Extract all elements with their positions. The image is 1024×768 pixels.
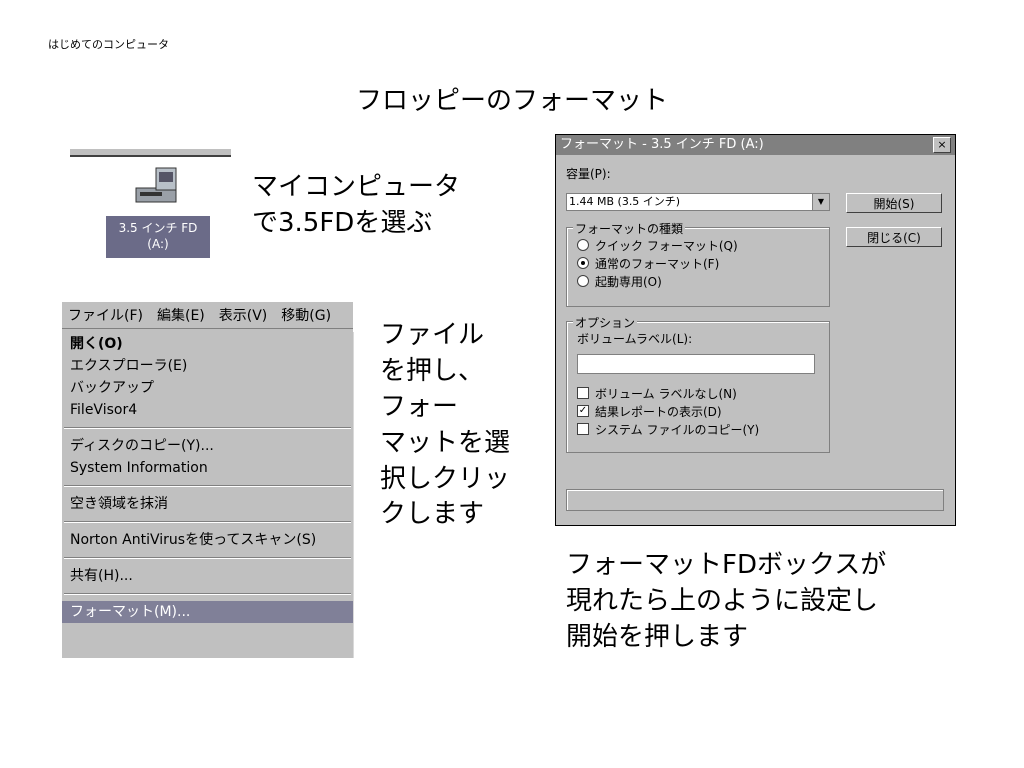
menu-edit[interactable]: 編集(E) (157, 305, 205, 325)
menu-item-norton-scan[interactable]: Norton AntiVirusを使ってスキャン(S) (62, 529, 353, 551)
radio-icon (577, 275, 589, 287)
chevron-down-icon[interactable]: ▼ (812, 194, 829, 210)
checkbox-label: システム ファイルのコピー(Y) (595, 422, 760, 437)
radio-label: 通常のフォーマット(F) (595, 256, 720, 271)
dialog-title: フォーマット - 3.5 インチ FD (A:) (560, 137, 764, 152)
caption-line: フォー (380, 391, 459, 422)
menubar: ファイル(F) 編集(E) 表示(V) 移動(G) (62, 302, 353, 329)
menu-go[interactable]: 移動(G) (281, 305, 331, 325)
menu-edge (353, 332, 354, 658)
capacity-label: 容量(P): (566, 167, 611, 181)
menu-item-format[interactable]: フォーマット(M)... (62, 601, 353, 623)
checkbox-label: ボリューム ラベルなし(N) (595, 386, 737, 401)
menu-item-open[interactable]: 開く(O) (62, 333, 353, 355)
menu-item-copy-disk[interactable]: ディスクのコピー(Y)... (62, 435, 353, 457)
caption-line: ファイル (380, 320, 485, 350)
caption-line: 択しクリッ (380, 463, 511, 494)
menu-item-backup[interactable]: バックアップ (62, 377, 353, 399)
menu-item-filevisor[interactable]: FileVisor4 (62, 399, 353, 421)
menu-separator (64, 557, 351, 559)
close-button[interactable]: 閉じる(C) (846, 227, 942, 247)
radio-icon (577, 239, 589, 251)
start-button[interactable]: 開始(S) (846, 193, 942, 213)
drive-label-line1: 3.5 インチ FD (118, 221, 198, 235)
radio-full-format[interactable]: 通常のフォーマット(F) (577, 254, 738, 272)
menu-separator (64, 427, 351, 429)
menu-separator (64, 593, 351, 595)
caption-format: フォーマットFDボックスが 現れたら上のように設定し 開始を押します (566, 548, 886, 656)
format-type-label: フォーマットの種類 (573, 220, 686, 237)
menu-item-explorer[interactable]: エクスプローラ(E) (62, 355, 353, 377)
caption-line: マットを選 (380, 427, 511, 458)
header-text: はじめてのコンピュータ (48, 38, 169, 51)
window-edge (70, 147, 231, 157)
menu-view[interactable]: 表示(V) (219, 305, 268, 325)
radio-quick-format[interactable]: クイック フォーマット(Q) (577, 236, 738, 254)
file-menu: ファイル(F) 編集(E) 表示(V) 移動(G) 開く(O) エクスプローラ(… (62, 302, 353, 658)
checkmark-icon: ✓ (577, 405, 589, 417)
progress-bar (566, 489, 944, 511)
radio-label: 起動専用(O) (595, 274, 662, 289)
caption-file: ファイル を押し、 フォー マットを選 択しクリッ クします (380, 318, 510, 533)
options-group: オプション ボリュームラベル(L): ボリューム ラベルなし(N) ✓ 結果レポ… (566, 314, 830, 453)
checkbox-icon (577, 423, 589, 435)
checkbox-label: 結果レポートの表示(D) (595, 404, 722, 419)
volume-label: ボリュームラベル(L): (577, 332, 693, 346)
caption-line: 現れたら上のように設定し (566, 585, 879, 616)
floppy-drive-icon[interactable] (130, 166, 184, 208)
dialog-titlebar: フォーマット - 3.5 インチ FD (A:) × (556, 135, 955, 155)
volume-label-input[interactable] (577, 354, 815, 374)
options-label: オプション (573, 314, 638, 331)
checkbox-copy-system-files[interactable]: システム ファイルのコピー(Y) (577, 420, 759, 438)
checkbox-icon (577, 387, 589, 399)
caption-line: マイコンピュータ (252, 172, 461, 202)
menu-separator (64, 521, 351, 523)
menu-item-share[interactable]: 共有(H)... (62, 565, 353, 587)
drive-label-line2: (A:) (147, 237, 169, 251)
menu-item-system-information[interactable]: System Information (62, 457, 353, 479)
capacity-value: 1.44 MB (3.5 インチ) (569, 195, 681, 208)
menu-file[interactable]: ファイル(F) (68, 305, 143, 325)
radio-boot-only[interactable]: 起動専用(O) (577, 272, 738, 290)
format-dialog: フォーマット - 3.5 インチ FD (A:) × 容量(P): 1.44 M… (555, 134, 956, 526)
caption-line: で3.5FDを選ぶ (252, 207, 433, 238)
caption-line: 開始を押します (566, 621, 749, 652)
capacity-select[interactable]: 1.44 MB (3.5 インチ) ▼ (566, 193, 830, 211)
caption-line: クします (380, 499, 485, 530)
menu-separator (64, 485, 351, 487)
menu-item-wipe-free-space[interactable]: 空き領域を抹消 (62, 493, 353, 515)
close-icon[interactable]: × (933, 137, 951, 153)
radio-label: クイック フォーマット(Q) (595, 238, 738, 253)
format-type-group: フォーマットの種類 クイック フォーマット(Q) 通常のフォーマット(F) 起動… (566, 220, 830, 307)
slide-title: フロッピーのフォーマット (355, 86, 668, 116)
checkbox-no-label[interactable]: ボリューム ラベルなし(N) (577, 384, 759, 402)
caption-line: フォーマットFDボックスが (566, 550, 887, 580)
caption-line: を押し、 (380, 355, 485, 386)
checkbox-show-report[interactable]: ✓ 結果レポートの表示(D) (577, 402, 759, 420)
caption-mycomputer: マイコンピュータ で3.5FDを選ぶ (252, 170, 460, 242)
radio-icon (577, 257, 589, 269)
drive-label[interactable]: 3.5 インチ FD (A:) (106, 216, 210, 258)
